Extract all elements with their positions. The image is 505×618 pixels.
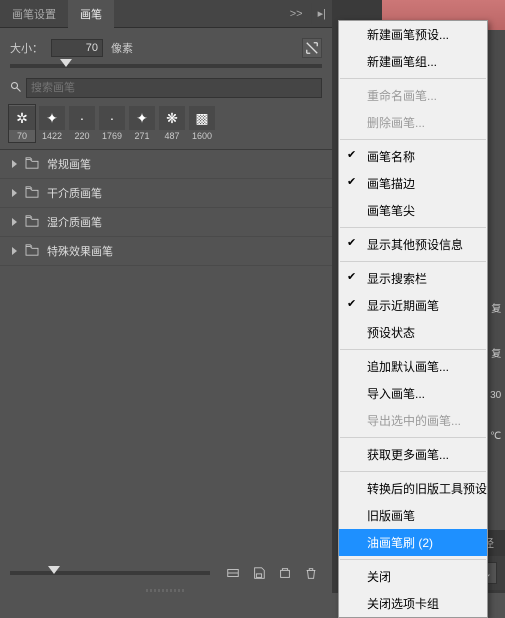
menu-show-search[interactable]: ✔显示搜索栏 [339, 265, 487, 292]
menu-append-default[interactable]: 追加默认画笔... [339, 353, 487, 380]
save-preset-button[interactable] [248, 564, 270, 582]
brush-thumb[interactable]: ▩1600 [188, 104, 216, 143]
menu-brush-name[interactable]: ✔画笔名称 [339, 143, 487, 170]
folder-icon [25, 244, 39, 259]
menu-show-extra[interactable]: ✔显示其他预设信息 [339, 231, 487, 258]
menu-separator [340, 437, 486, 438]
thumb-label: 271 [134, 131, 149, 141]
brush-glyph-icon: ✲ [9, 106, 35, 130]
folder-item[interactable]: 常规画笔 [0, 150, 332, 179]
menu-separator [340, 261, 486, 262]
brush-thumbnails: ✲70 ✦1422 ·220 ·1769 ✦271 ❋487 ▩1600 [0, 104, 332, 149]
check-icon: ✔ [347, 270, 356, 283]
folder-icon [25, 157, 39, 172]
brushes-panel-menu: 新建画笔预设... 新建画笔组... 重命名画笔... 删除画笔... ✔画笔名… [338, 20, 488, 618]
delete-brush-button[interactable] [300, 564, 322, 582]
brush-glyph-icon: ❋ [159, 106, 185, 130]
tab-brush-settings[interactable]: 画笔设置 [0, 0, 68, 29]
brush-thumb[interactable]: ✦1422 [38, 104, 66, 143]
new-brush-button[interactable] [274, 564, 296, 582]
menu-export-selected: 导出选中的画笔... [339, 407, 487, 434]
panel-footer [0, 558, 332, 588]
folder-icon [25, 186, 39, 201]
check-icon: ✔ [347, 297, 356, 310]
menu-close-tab-group[interactable]: 关闭选项卡组 [339, 590, 487, 617]
brush-thumb[interactable]: ❋487 [158, 104, 186, 143]
slider-thumb-icon[interactable] [48, 566, 60, 574]
size-slider[interactable] [10, 64, 322, 68]
folder-item[interactable]: 干介质画笔 [0, 179, 332, 208]
menu-delete: 删除画笔... [339, 109, 487, 136]
check-icon: ✔ [347, 175, 356, 188]
size-unit: 像素 [111, 40, 133, 56]
brush-thumb[interactable]: ✲70 [8, 104, 36, 143]
brush-glyph-icon: · [69, 106, 95, 130]
folder-item[interactable]: 特殊效果画笔 [0, 237, 332, 266]
thumb-label: 1422 [42, 131, 62, 141]
menu-brush-tip[interactable]: 画笔笔尖 [339, 197, 487, 224]
folder-label: 常规画笔 [47, 156, 91, 172]
brush-glyph-icon: ▩ [189, 106, 215, 130]
menu-import[interactable]: 导入画笔... [339, 380, 487, 407]
folder-label: 干介质画笔 [47, 185, 102, 201]
thumb-label: 1600 [192, 131, 212, 141]
brush-folders: 常规画笔 干介质画笔 湿介质画笔 特殊效果画笔 [0, 149, 332, 266]
tab-brushes[interactable]: 画笔 [68, 0, 114, 29]
panel-tabs: 画笔设置 画笔 >> ▸| [0, 0, 332, 28]
menu-oil-brush[interactable]: 油画笔刷 (2) [339, 529, 487, 556]
menu-separator [340, 471, 486, 472]
brushes-panel: 画笔设置 画笔 >> ▸| 大小： 像素 ✲70 ✦1422 ·220 ·176… [0, 0, 332, 593]
menu-show-recent[interactable]: ✔显示近期画笔 [339, 292, 487, 319]
chevron-right-icon [12, 160, 17, 168]
menu-preset-status[interactable]: 预设状态 [339, 319, 487, 346]
brush-thumb[interactable]: ·220 [68, 104, 96, 143]
menu-separator [340, 139, 486, 140]
thumb-label: 70 [17, 131, 27, 141]
brush-thumb[interactable]: ·1769 [98, 104, 126, 143]
thumb-label: 1769 [102, 131, 122, 141]
chevron-right-icon [12, 247, 17, 255]
menu-get-more[interactable]: 获取更多画笔... [339, 441, 487, 468]
menu-new-group[interactable]: 新建画笔组... [339, 48, 487, 75]
menu-separator [340, 227, 486, 228]
folder-item[interactable]: 湿介质画笔 [0, 208, 332, 237]
menu-rename: 重命名画笔... [339, 82, 487, 109]
menu-separator [340, 349, 486, 350]
folder-label: 特殊效果画笔 [47, 243, 113, 259]
side-labels: 复 复 30 ℃ [490, 300, 503, 472]
menu-new-preset[interactable]: 新建画笔预设... [339, 21, 487, 48]
menu-separator [340, 559, 486, 560]
chevron-right-icon [12, 218, 17, 226]
menu-close[interactable]: 关闭 [339, 563, 487, 590]
menu-brush-stroke[interactable]: ✔画笔描边 [339, 170, 487, 197]
menu-legacy[interactable]: 旧版画笔 [339, 502, 487, 529]
flip-icon [305, 41, 319, 55]
check-icon: ✔ [347, 236, 356, 249]
thumb-label: 220 [74, 131, 89, 141]
resize-grip[interactable] [0, 588, 332, 593]
folder-icon [25, 215, 39, 230]
thumb-label: 487 [164, 131, 179, 141]
brush-glyph-icon: ✦ [39, 106, 65, 130]
flip-brush-button[interactable] [302, 38, 322, 58]
menu-convert-legacy[interactable]: 转换后的旧版工具预设 [339, 475, 487, 502]
brush-thumb[interactable]: ✦271 [128, 104, 156, 143]
preview-toggle-button[interactable] [222, 564, 244, 582]
chevron-right-icon [12, 189, 17, 197]
panel-menu-button[interactable]: >> [282, 4, 311, 24]
zoom-slider[interactable] [10, 571, 210, 575]
check-icon: ✔ [347, 148, 356, 161]
folder-label: 湿介质画笔 [47, 214, 102, 230]
slider-thumb-icon[interactable] [60, 59, 72, 67]
panel-collapse-button[interactable]: ▸| [311, 3, 332, 24]
brush-glyph-icon: · [99, 106, 125, 130]
search-icon [10, 81, 22, 96]
menu-separator [340, 78, 486, 79]
size-label: 大小： [10, 40, 43, 56]
brush-glyph-icon: ✦ [129, 106, 155, 130]
size-input[interactable] [51, 39, 103, 57]
search-input[interactable] [26, 78, 322, 98]
